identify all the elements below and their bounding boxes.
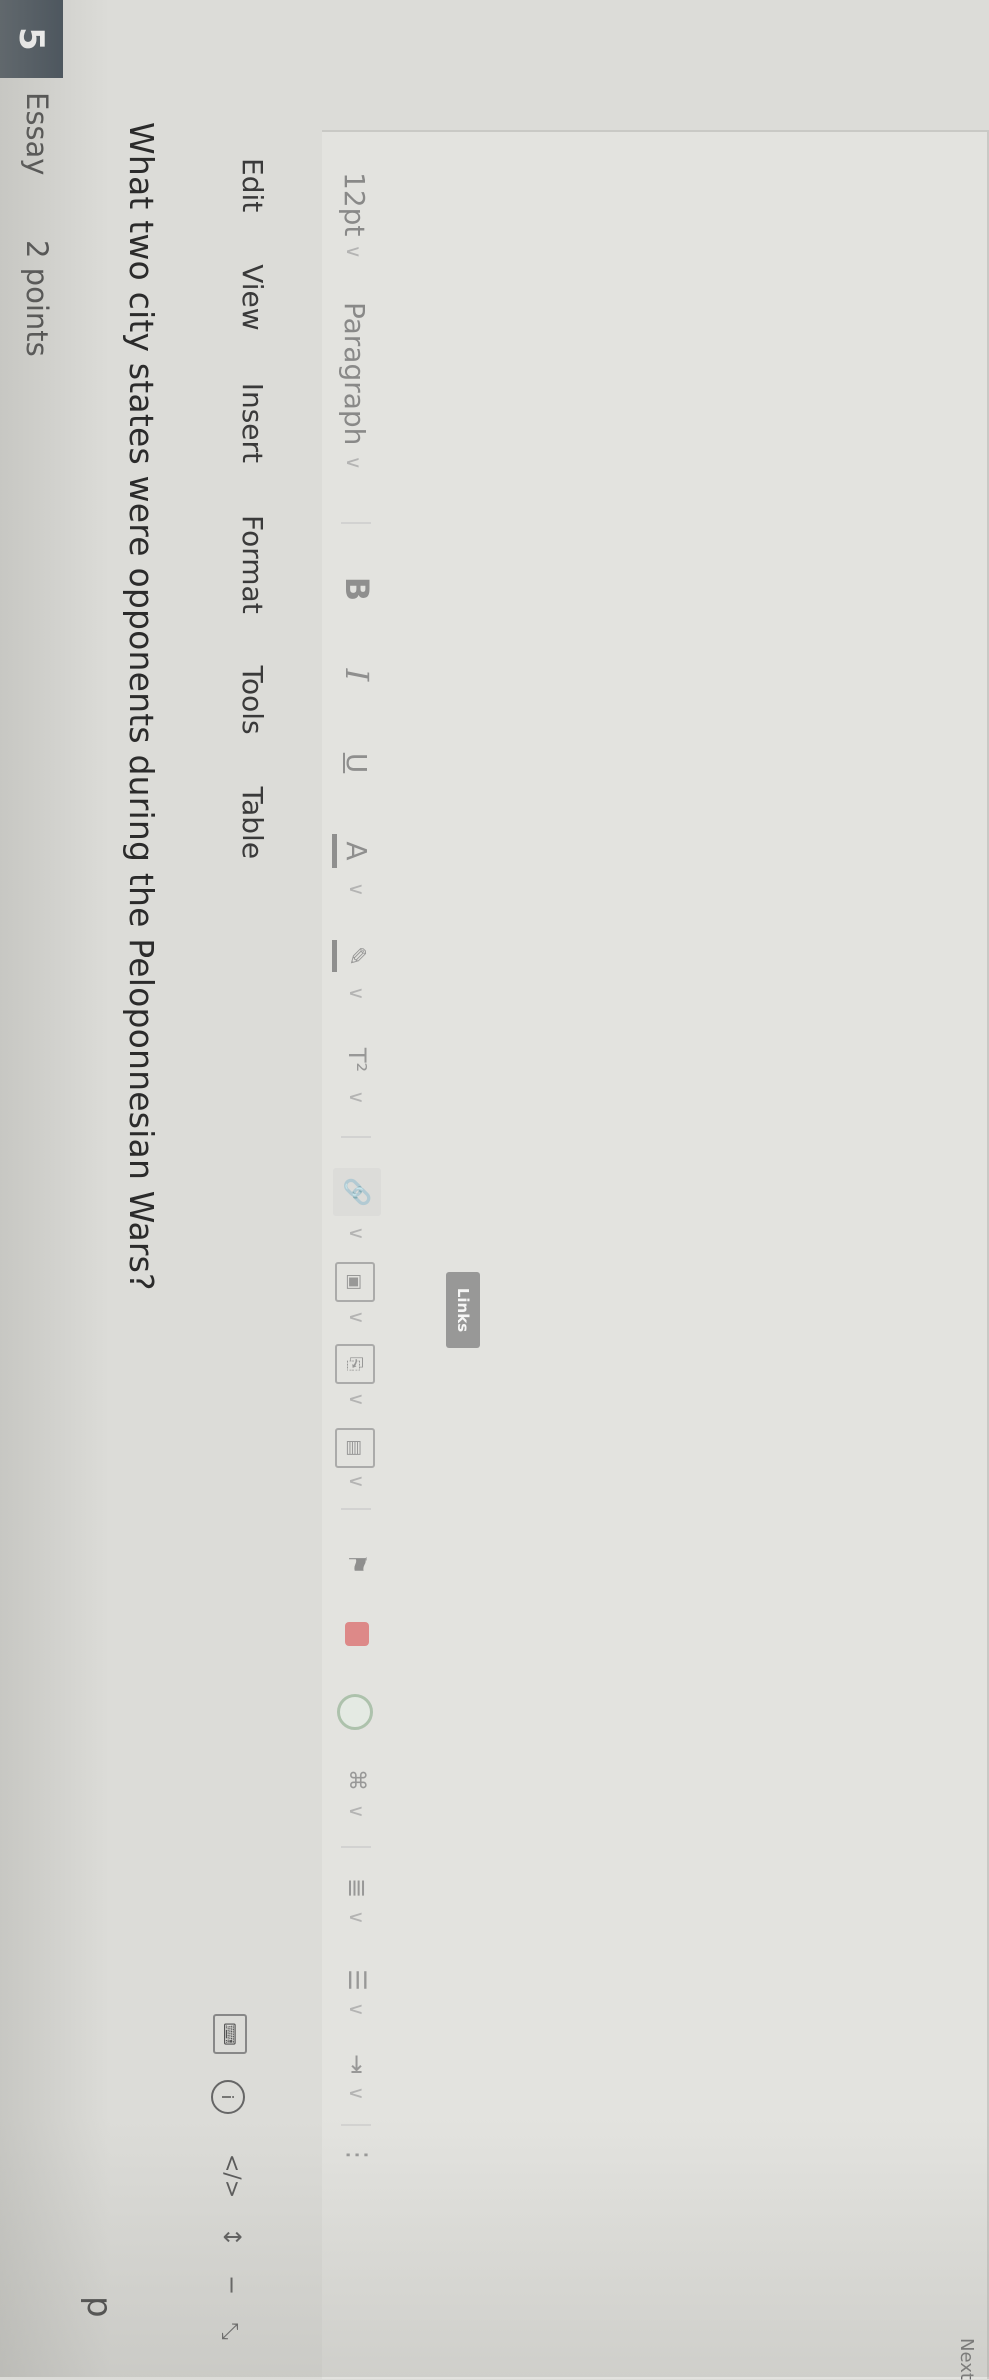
rotated-page: 5 Essay 2 points What two city states we… (0, 0, 989, 2380)
resize-handle[interactable]: ⤡ (215, 2316, 245, 2346)
element-path: p (79, 2296, 119, 2318)
next-button[interactable]: Next (956, 2338, 977, 2380)
minus-icon: − (218, 2274, 246, 2296)
keyboard-button[interactable]: ⌨ (213, 2014, 247, 2054)
html-view-button[interactable]: </> (217, 2154, 247, 2198)
code-icon: </> (219, 2153, 245, 2199)
resize-icon: ⤡ (217, 2322, 243, 2340)
resize-button[interactable]: − (217, 2270, 247, 2300)
essay-editor-area[interactable] (322, 130, 989, 2379)
keyboard-icon: ⌨ (220, 2022, 240, 2046)
accessibility-button[interactable]: i (211, 2080, 245, 2114)
fullscreen-button[interactable]: ↕ (217, 2222, 247, 2252)
accessibility-icon: i (218, 2094, 238, 2100)
expand-icon: ↕ (218, 2226, 246, 2248)
